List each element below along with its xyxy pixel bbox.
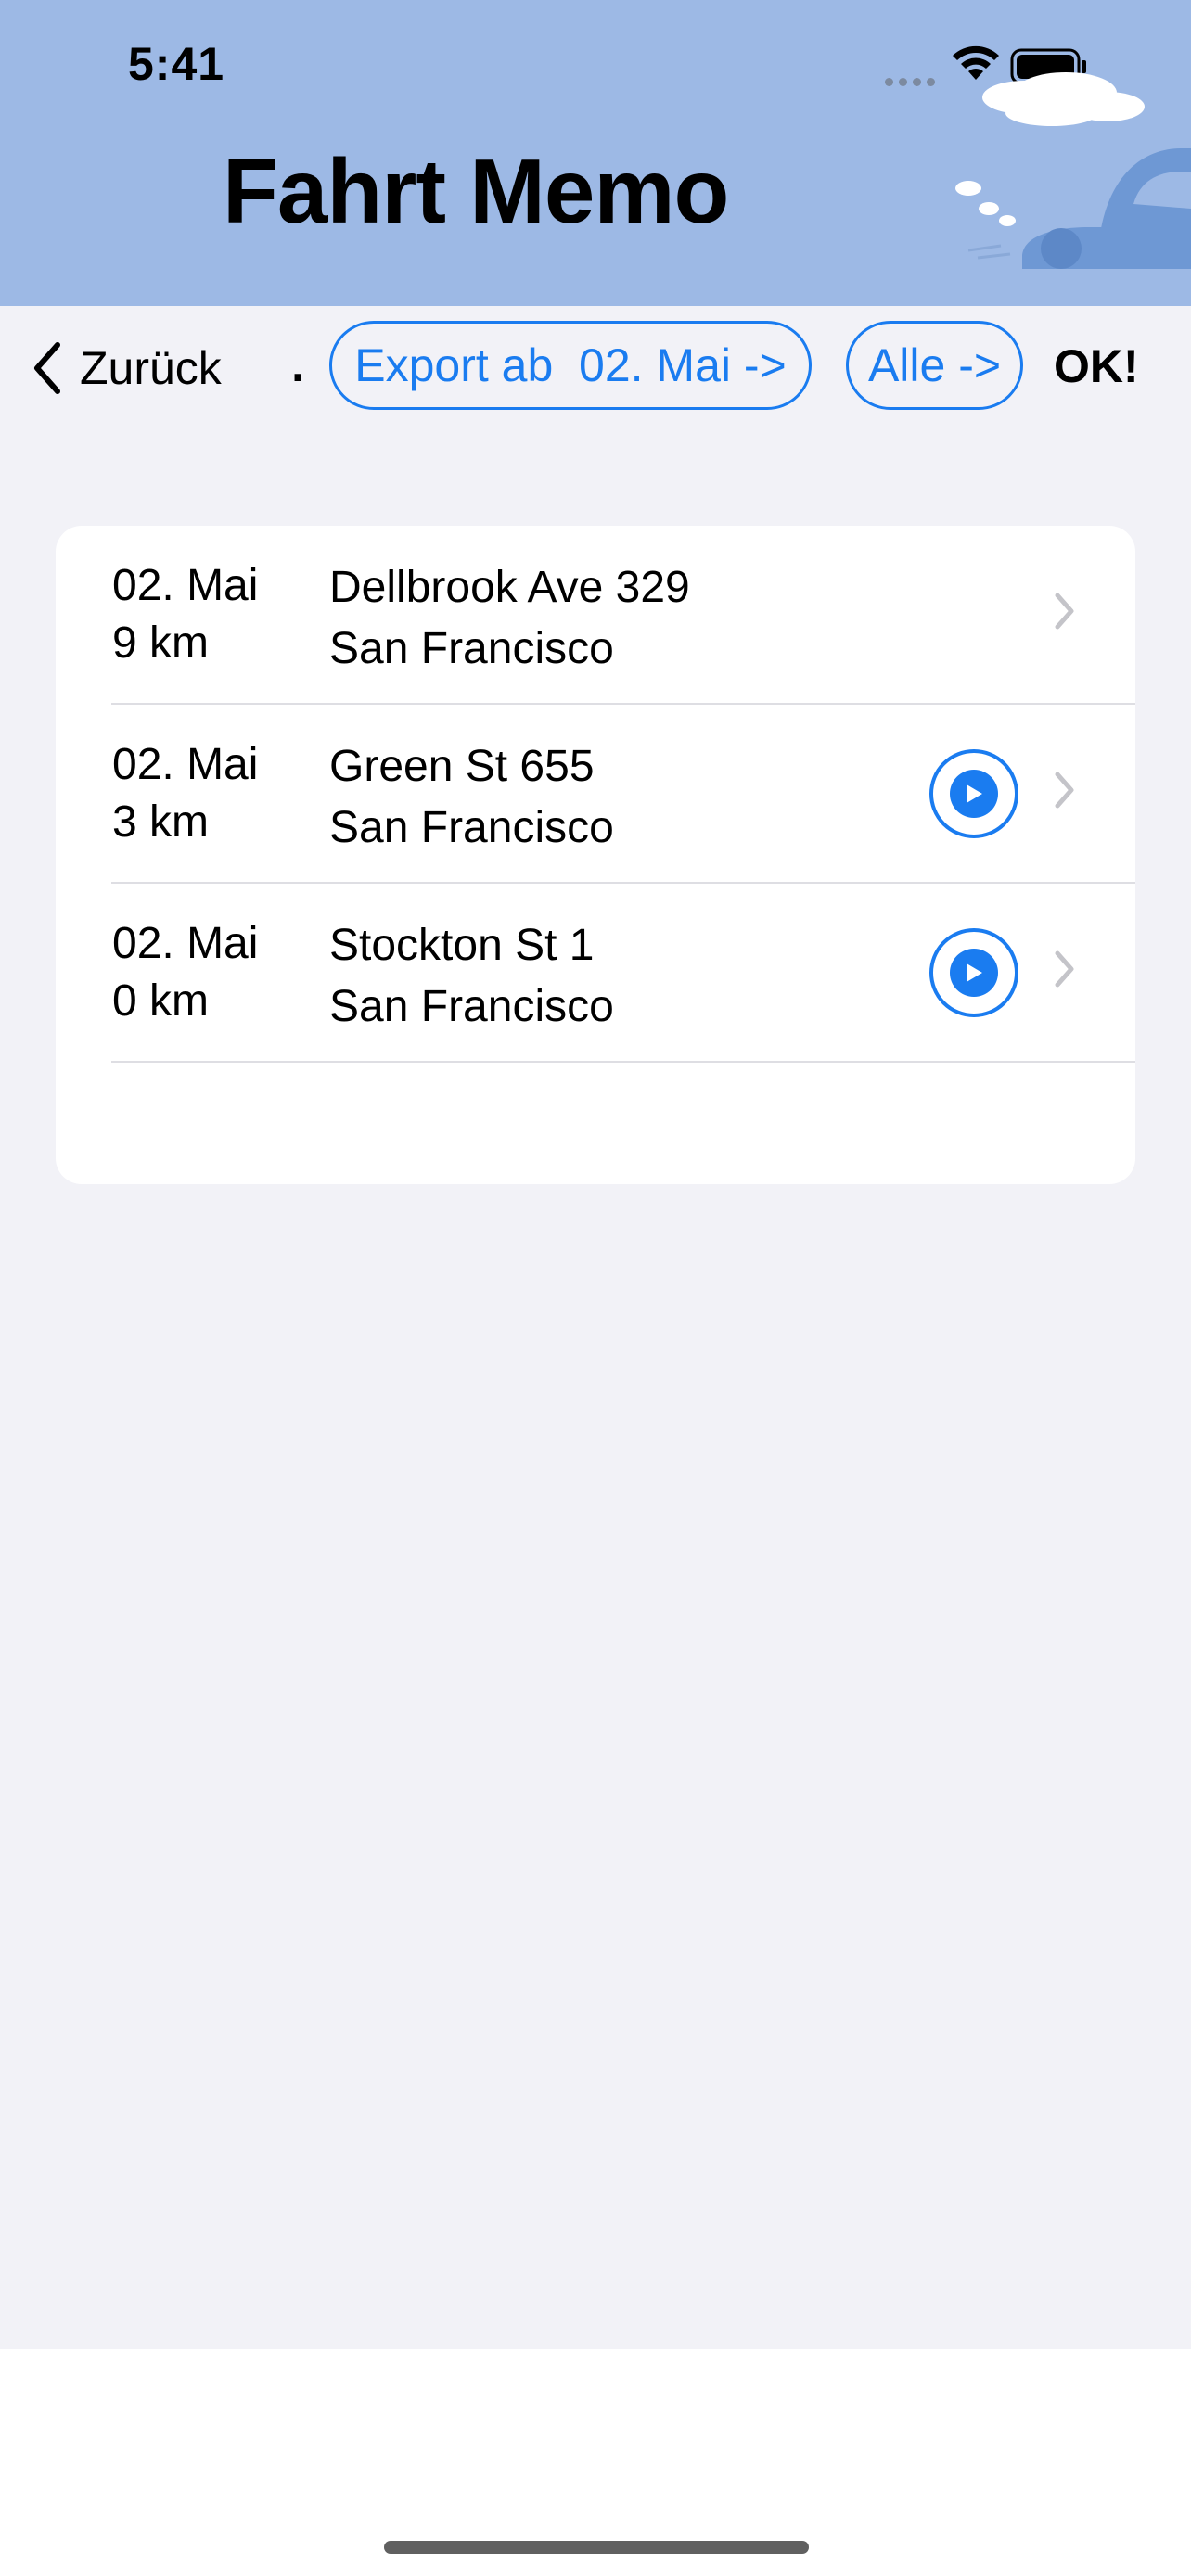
trip-city: San Francisco — [329, 982, 614, 1031]
trip-row[interactable]: 02. Mai 3 km Green St 655 San Francisco — [56, 705, 1135, 884]
back-label: Zurück — [80, 342, 222, 394]
trip-date-distance: 02. Mai 9 km — [112, 557, 258, 672]
divider — [111, 1061, 1135, 1063]
trip-city: San Francisco — [329, 803, 614, 852]
play-button[interactable] — [929, 749, 1018, 838]
home-indicator[interactable] — [384, 2541, 809, 2554]
app-title: Fahrt Memo — [223, 140, 729, 242]
export-button[interactable]: Export ab 02. Mai -> — [329, 321, 812, 410]
play-icon — [950, 770, 998, 818]
car-cloud-illustration — [955, 72, 1191, 269]
trip-date-distance: 02. Mai 0 km — [112, 915, 258, 1030]
header: 5:41 Fahrt Memo — [0, 0, 1191, 306]
play-icon — [950, 949, 998, 997]
back-button[interactable]: Zurück — [32, 336, 222, 401]
chevron-left-icon — [34, 342, 60, 394]
trip-city: San Francisco — [329, 624, 614, 673]
trip-date-distance: 02. Mai 3 km — [112, 736, 258, 851]
trip-address: Stockton St 1 San Francisco — [329, 915, 614, 1038]
trip-street: Stockton St 1 — [329, 921, 595, 970]
trip-address: Dellbrook Ave 329 San Francisco — [329, 557, 690, 680]
status-time: 5:41 — [128, 38, 225, 90]
trip-distance: 9 km — [112, 618, 210, 668]
trip-list: 02. Mai 9 km Dellbrook Ave 329 San Franc… — [56, 526, 1135, 1184]
trip-row[interactable]: 02. Mai 9 km Dellbrook Ave 329 San Franc… — [56, 526, 1135, 705]
play-button[interactable] — [929, 928, 1018, 1017]
trip-distance: 0 km — [112, 976, 210, 1026]
dot-label: . — [291, 338, 305, 392]
trip-street: Green St 655 — [329, 742, 595, 791]
chevron-right-icon — [1055, 593, 1074, 630]
signal-icon — [885, 74, 941, 91]
trip-date: 02. Mai — [112, 740, 259, 789]
trip-date: 02. Mai — [112, 919, 259, 968]
trip-row[interactable]: 02. Mai 0 km Stockton St 1 San Francisco — [56, 884, 1135, 1063]
trip-distance: 3 km — [112, 797, 210, 847]
trip-address: Green St 655 San Francisco — [329, 736, 614, 859]
trip-date: 02. Mai — [112, 561, 259, 610]
chevron-right-icon — [1055, 772, 1074, 809]
trip-street: Dellbrook Ave 329 — [329, 563, 690, 612]
ok-button[interactable]: OK! — [1054, 339, 1139, 393]
toolbar: Zurück . Export ab 02. Mai -> Alle -> OK… — [0, 306, 1191, 427]
chevron-right-icon — [1055, 950, 1074, 988]
all-button[interactable]: Alle -> — [846, 321, 1023, 410]
